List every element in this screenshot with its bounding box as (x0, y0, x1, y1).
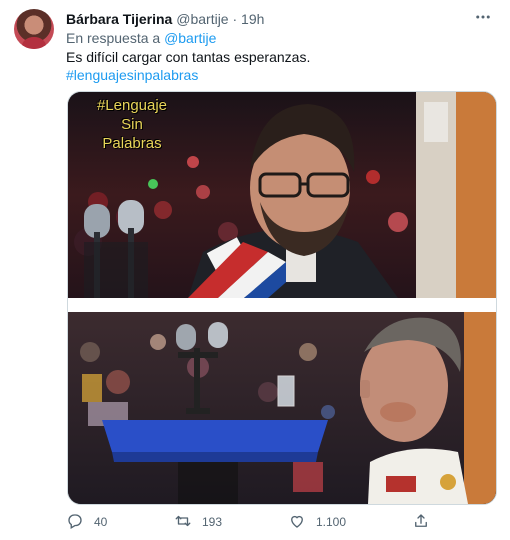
caption-line-1: #Lenguaje (96, 97, 168, 114)
reply-icon (66, 512, 84, 533)
caption-line-2: Sin (121, 116, 143, 133)
tweet-action-bar: 40 193 1.100 (66, 512, 496, 534)
bottom-photo-illustration (68, 312, 496, 504)
share-button[interactable] (412, 512, 430, 532)
reply-context: En respuesta a @bartije (66, 29, 216, 47)
like-count: 1.100 (316, 515, 347, 529)
share-icon (412, 512, 430, 533)
tweet[interactable]: Bárbara Tijerina @bartije · 19h En respu… (0, 0, 510, 540)
tweet-time[interactable]: 19h (241, 11, 264, 27)
heart-icon (288, 512, 306, 533)
retweet-icon (174, 512, 192, 533)
tweet-text: Es difícil cargar con tantas esperanzas. (66, 49, 311, 65)
tweet-media[interactable]: #Lenguaje Sin Palabras (67, 91, 497, 505)
reply-count: 40 (94, 515, 108, 529)
retweet-count: 193 (202, 515, 223, 529)
like-button[interactable]: 1.100 (288, 512, 346, 532)
reply-prefix: En respuesta a (66, 30, 161, 46)
caption-line-3: Palabras (102, 135, 162, 152)
meme-caption: #Lenguaje Sin Palabras (82, 96, 182, 153)
reply-button[interactable]: 40 (66, 512, 107, 532)
tweet-header: Bárbara Tijerina @bartije · 19h (66, 10, 264, 28)
media-image-top[interactable]: #Lenguaje Sin Palabras (68, 92, 496, 298)
author-name[interactable]: Bárbara Tijerina (66, 11, 172, 27)
media-image-bottom[interactable] (68, 312, 496, 504)
reply-to-link[interactable]: @bartije (164, 30, 216, 46)
more-icon[interactable] (472, 8, 494, 26)
retweet-button[interactable]: 193 (174, 512, 222, 532)
author-handle[interactable]: @bartije (176, 11, 228, 27)
dot-separator: · (232, 11, 238, 27)
avatar[interactable] (14, 9, 54, 49)
hashtag-link[interactable]: #lenguajesinpalabras (66, 66, 198, 84)
